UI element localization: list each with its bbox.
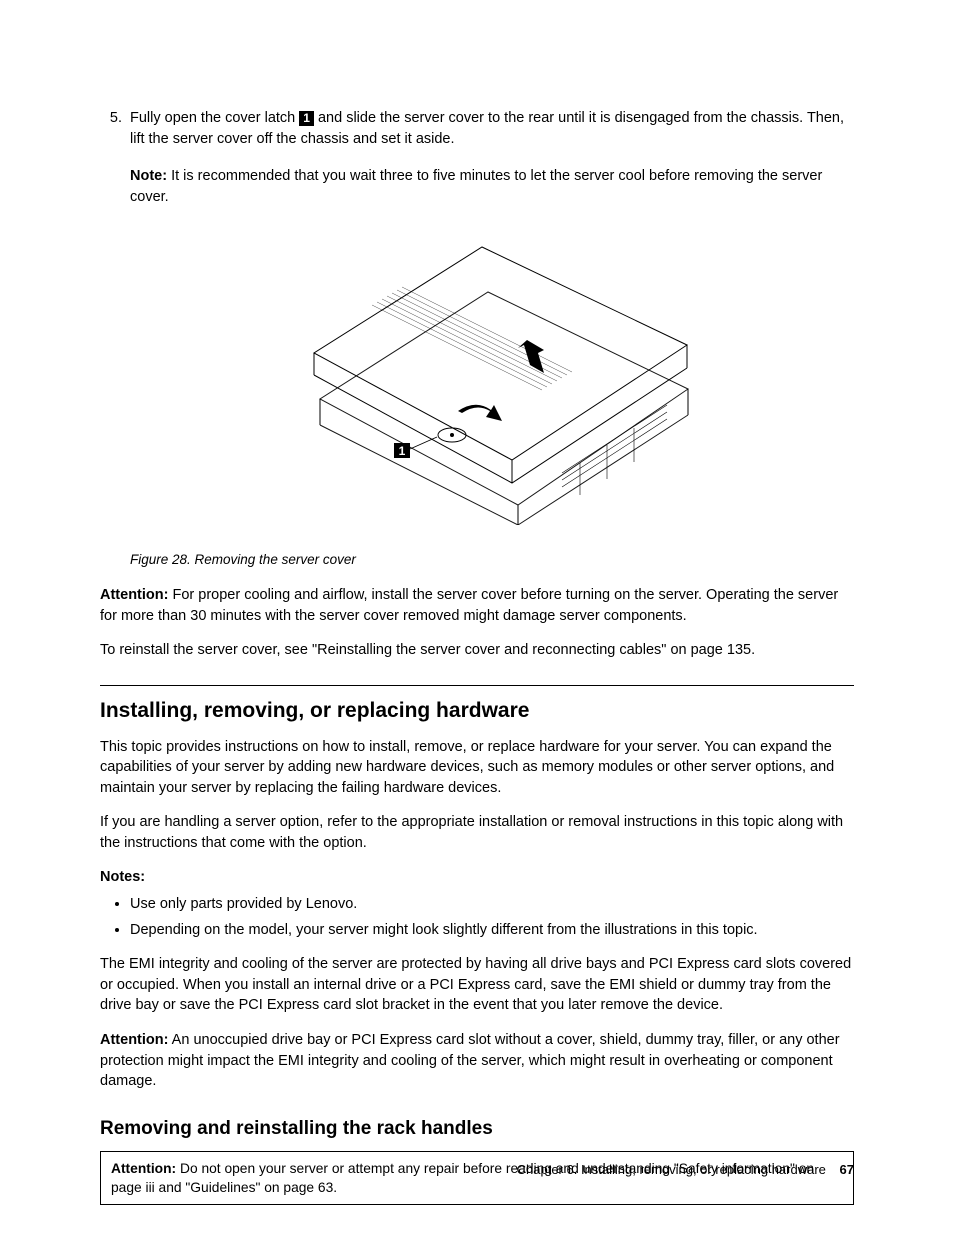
footer-chapter: Chapter 6. Installing, removing, or repl…	[517, 1162, 826, 1177]
attention-emi: Attention: An unoccupied drive bay or PC…	[100, 1030, 854, 1092]
note-text: It is recommended that you wait three to…	[130, 168, 822, 205]
slide-arrow-icon	[458, 405, 502, 421]
step-note: Note: It is recommended that you wait th…	[130, 166, 854, 207]
attention-label: Attention:	[100, 587, 168, 603]
figure-callout-1: 1	[399, 444, 406, 458]
notes-list: Use only parts provided by Lenovo. Depen…	[100, 894, 854, 940]
attention-text: An unoccupied drive bay or PCI Express c…	[100, 1032, 840, 1089]
figure-caption: Figure 28. Removing the server cover	[100, 550, 854, 569]
section-rule	[100, 685, 854, 686]
list-item: Use only parts provided by Lenovo.	[130, 894, 854, 915]
step-text-before: Fully open the cover latch	[130, 110, 299, 126]
attention-text: For proper cooling and airflow, install …	[100, 587, 838, 624]
attention-label: Attention:	[100, 1032, 168, 1048]
step-5: 5. Fully open the cover latch 1 and slid…	[100, 108, 854, 221]
notes-label: Notes:	[100, 867, 854, 888]
attention-cooling: Attention: For proper cooling and airflo…	[100, 585, 854, 626]
footer-page-number: 67	[840, 1162, 854, 1177]
reinstall-crossref: To reinstall the server cover, see "Rein…	[100, 640, 854, 661]
heading-installing-removing-replacing: Installing, removing, or replacing hardw…	[100, 696, 854, 726]
callout-1-inline: 1	[299, 111, 314, 126]
section1-p3: The EMI integrity and cooling of the ser…	[100, 954, 854, 1016]
note-label: Note:	[130, 168, 167, 184]
section1-p2: If you are handling a server option, ref…	[100, 812, 854, 853]
server-cover-illustration: 1	[262, 235, 692, 525]
section1-p1: This topic provides instructions on how …	[100, 737, 854, 799]
list-item: Depending on the model, your server migh…	[130, 920, 854, 941]
step-number: 5.	[100, 108, 130, 221]
attention-box-label: Attention:	[111, 1161, 176, 1176]
page-footer: Chapter 6. Installing, removing, or repl…	[517, 1161, 854, 1179]
step-body: Fully open the cover latch 1 and slide t…	[130, 108, 854, 221]
figure-28: 1	[100, 235, 854, 532]
heading-rack-handles: Removing and reinstalling the rack handl…	[100, 1116, 854, 1143]
